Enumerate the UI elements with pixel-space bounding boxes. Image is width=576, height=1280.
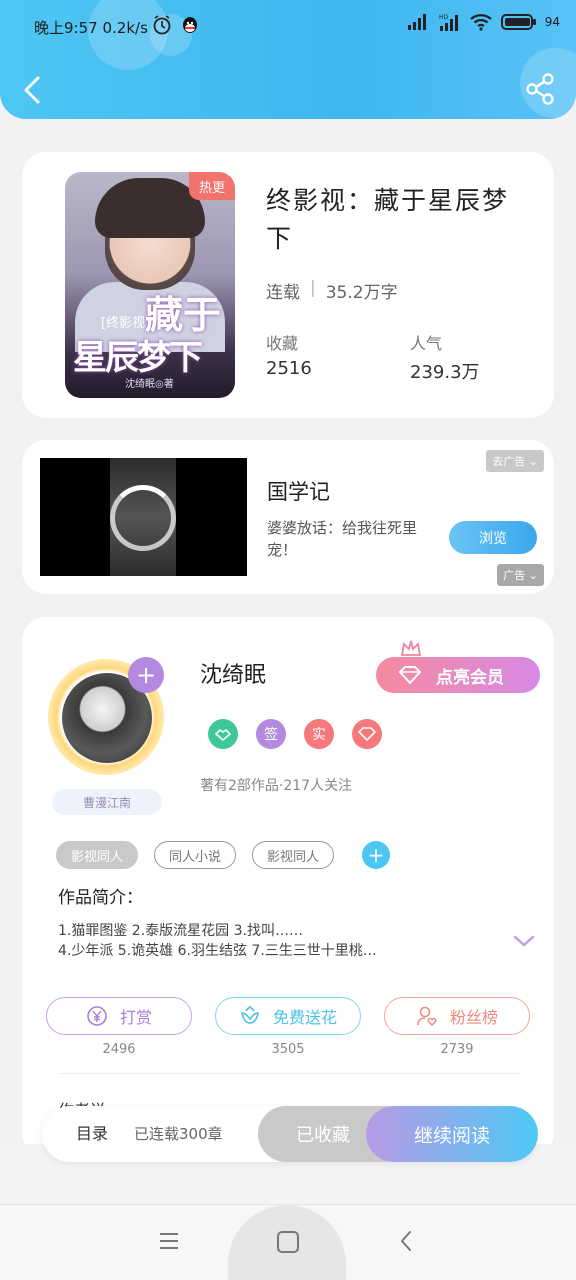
serial-chapter-count[interactable]: 已连载300章 <box>134 1106 223 1162</box>
status-bar: 晚上9:57 0.2k/s HD 94 <box>0 0 576 56</box>
diamond-icon <box>398 666 422 685</box>
intro-line: 4.少年派 5.诡英雄 6.羽生结弦 7.三生三世十里桃… <box>58 943 377 959</box>
menu-icon[interactable] <box>158 1231 180 1251</box>
book-status: 连载 | 35.2万字 <box>266 278 398 303</box>
intro-text: 1.猫罪图鉴 2.泰版流星花园 3.找叫…… 4.少年派 5.诡英雄 6.羽生结… <box>58 921 508 961</box>
crown-icon <box>400 640 422 656</box>
cover-small-title: [终影视] <box>101 316 151 331</box>
top-header: 晚上9:57 0.2k/s HD 94 <box>0 0 576 119</box>
add-tag-button[interactable]: + <box>362 841 391 869</box>
intro-label: 作品简介： <box>58 888 143 908</box>
hot-badge: 热更 <box>189 172 235 200</box>
ad-title: 国学记 <box>267 480 330 504</box>
reward-button[interactable]: 打赏 <box>46 997 192 1035</box>
author-stats: 著有2部作品·217人关注 <box>200 778 353 794</box>
signed-badge: 签 <box>256 719 286 749</box>
ad-card[interactable]: 国学记 婆婆放话：给我往死里宠！ 浏览 去广告 ⌄ 广告 ⌄ <box>22 440 554 594</box>
flower-action: 免费送花 3505 <box>215 997 361 1057</box>
back-button[interactable] <box>16 70 50 110</box>
author-name: 沈绮眠 <box>200 663 267 688</box>
loading-spinner-icon <box>110 485 176 551</box>
qq-icon <box>183 17 197 33</box>
tag-item[interactable]: 影视同人 <box>56 841 139 869</box>
follow-plus-button[interactable]: + <box>128 657 164 693</box>
status-time: 晚上9:57 0.2k/s <box>34 19 148 37</box>
share-button[interactable] <box>524 72 556 106</box>
ad-label[interactable]: 广告 ⌄ <box>497 564 544 586</box>
status-right: HD 94 <box>407 13 560 31</box>
send-flower-button[interactable]: 免费送花 <box>215 997 361 1035</box>
tag-list: 影视同人 同人小说 影视同人 + <box>56 841 391 869</box>
popularity-label: 人气 <box>410 334 443 353</box>
wifi-icon <box>469 14 492 31</box>
author-badges: 签 实 <box>208 719 382 749</box>
reward-action: 打赏 2496 <box>46 997 192 1057</box>
home-square-icon[interactable] <box>277 1231 299 1253</box>
book-title: 终影视：藏于星辰梦下 <box>266 186 510 253</box>
back-triangle-icon[interactable] <box>398 1229 414 1253</box>
continue-reading-button[interactable]: 继续阅读 <box>366 1106 538 1162</box>
user-heart-icon <box>417 1006 437 1027</box>
ad-browse-button[interactable]: 浏览 <box>449 521 537 554</box>
book-info-card: 热更 [终影视] 藏于 星辰梦下 沈绮眠◎著 终影视：藏于星辰梦下 连载 | 3… <box>22 152 554 418</box>
read-action-bar: 目录 已连载300章 已收藏 继续阅读 <box>42 1106 538 1162</box>
battery-icon <box>500 14 536 30</box>
word-count: 35.2万字 <box>325 283 398 303</box>
flower-count: 3505 <box>271 1042 305 1057</box>
serial-status: 连载 <box>266 283 300 303</box>
system-navbar <box>0 1204 576 1280</box>
expand-chevron-icon[interactable] <box>512 933 536 949</box>
fan-badge: 曹漫江南 <box>52 789 162 815</box>
flower-icon <box>241 1005 259 1024</box>
toc-button[interactable]: 目录 <box>76 1106 108 1162</box>
tag-item[interactable]: 同人小说 <box>154 841 237 869</box>
action-buttons: 打赏 2496 免费送花 3505 粉丝榜 2739 <box>46 997 530 1057</box>
cover-author: 沈绮眠◎著 <box>125 379 174 390</box>
fan-rank-button[interactable]: 粉丝榜 <box>384 997 530 1035</box>
handshake-icon <box>208 719 238 749</box>
svg-text:HD: HD <box>439 14 449 21</box>
fan-rank-action: 粉丝榜 2739 <box>384 997 530 1057</box>
favorites-label: 收藏 <box>266 334 299 353</box>
battery-percent: 94 <box>544 15 560 29</box>
book-cover[interactable]: 热更 [终影视] 藏于 星辰梦下 沈绮眠◎著 <box>65 172 235 398</box>
ad-video[interactable] <box>40 458 247 576</box>
popularity-value: 239.3万 <box>410 362 480 383</box>
fan-rank-count: 2739 <box>440 1042 474 1057</box>
alarm-icon <box>153 15 171 35</box>
vip-button[interactable]: 点亮会员 <box>376 657 540 693</box>
reward-count: 2496 <box>102 1042 136 1057</box>
divider <box>58 1073 520 1074</box>
ad-description: 婆婆放话：给我往死里宠！ <box>267 519 418 559</box>
signal-icon <box>407 14 426 30</box>
hd-signal-icon: HD <box>439 14 458 31</box>
verified-badge: 实 <box>304 719 334 749</box>
diamond-icon <box>352 719 382 749</box>
yen-coin-icon <box>87 1006 107 1026</box>
intro-line: 1.猫罪图鉴 2.泰版流星花园 3.找叫…… <box>58 923 303 939</box>
tag-item[interactable]: 影视同人 <box>252 841 335 869</box>
cover-title-line2: 星辰梦下 <box>73 338 203 378</box>
remove-ad-button[interactable]: 去广告 ⌄ <box>486 450 544 472</box>
favorites-value: 2516 <box>266 358 312 379</box>
author-card: + 曹漫江南 沈绮眠 点亮会员 签 实 著有2部作品·217人关注 影视同人 同… <box>22 617 554 1157</box>
separator: | <box>310 278 316 298</box>
